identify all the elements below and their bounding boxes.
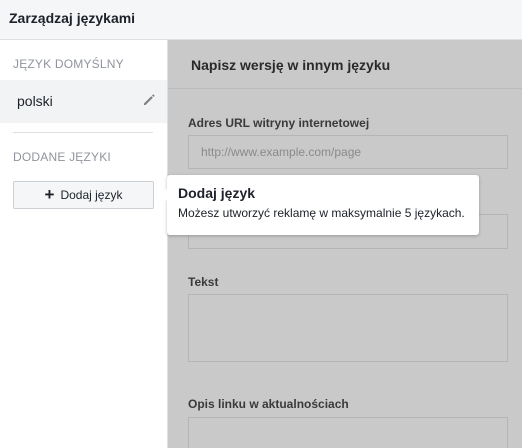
plus-icon: + [44, 184, 55, 204]
added-languages-section-title: DODANE JĘZYKI [13, 150, 111, 164]
text-field-label: Tekst [188, 275, 219, 289]
url-field[interactable] [188, 135, 508, 169]
add-language-label: Dodaj język [60, 188, 123, 202]
pencil-icon[interactable] [142, 93, 156, 107]
sidebar-divider [13, 132, 153, 133]
url-field-label: Adres URL witryny internetowej [188, 116, 370, 130]
translation-panel-title: Napisz wersję w innym języku [168, 40, 522, 89]
tooltip-title: Dodaj język [178, 185, 256, 201]
default-language-section-title: JĘZYK DOMYŚLNY [13, 57, 124, 71]
text-field[interactable] [188, 294, 508, 362]
default-language-row[interactable]: polski [0, 80, 167, 123]
translation-panel: Napisz wersję w innym języku Adres URL w… [168, 40, 522, 448]
dialog-header: Zarządzaj językami [0, 0, 522, 40]
default-language-label: polski [17, 93, 53, 109]
news-description-field[interactable] [188, 417, 508, 448]
add-language-button[interactable]: + Dodaj język [13, 181, 154, 209]
news-description-label: Opis linku w aktualnościach [188, 397, 349, 411]
add-language-tooltip: Dodaj język Możesz utworzyć reklamę w ma… [161, 175, 479, 235]
language-sidebar: JĘZYK DOMYŚLNY polski DODANE JĘZYKI + Do… [0, 40, 168, 448]
url-input[interactable] [189, 136, 507, 168]
tooltip-text: Możesz utworzyć reklamę w maksymalnie 5 … [178, 206, 465, 220]
dialog-title: Zarządzaj językami [9, 10, 136, 26]
